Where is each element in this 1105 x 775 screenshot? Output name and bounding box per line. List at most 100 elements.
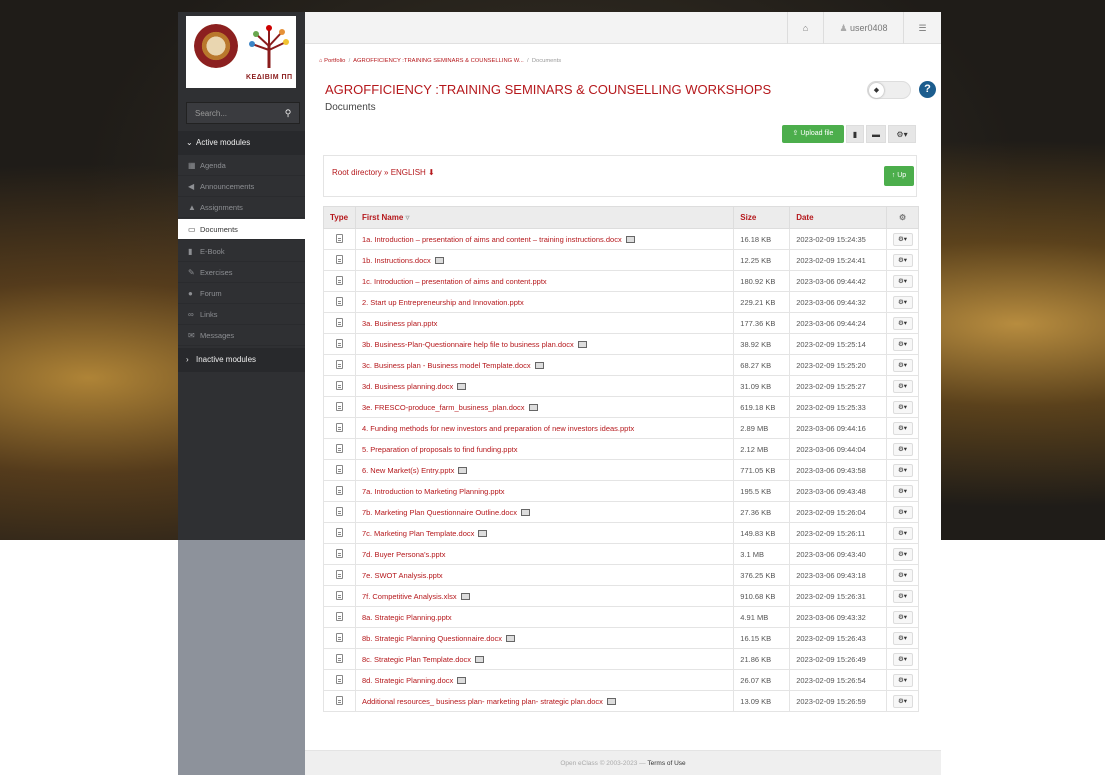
row-options-button[interactable]: ⚙▾ (892, 673, 913, 687)
logo[interactable]: ΚΕΔΙΒΙΜ ΠΠ (186, 16, 296, 88)
file-link[interactable]: 8a. Strategic Planning.pptx (354, 606, 735, 628)
row-options-button[interactable]: ⚙▾ (892, 232, 913, 246)
preview-icon[interactable] (606, 698, 616, 706)
file-size: 68.27 KB (733, 354, 791, 376)
sliders-icon[interactable]: ☰ (903, 12, 941, 44)
sidebar-item-ebook[interactable]: ▮ E-Book (178, 241, 305, 262)
search-icon[interactable]: ⚲ (277, 103, 299, 123)
sidebar-item-exercises[interactable]: ✎ Exercises (178, 262, 305, 283)
row-options-button[interactable]: ⚙▾ (892, 526, 913, 540)
preview-icon[interactable] (460, 593, 470, 601)
file-date: 2023-03-06 09:43:58 (789, 459, 888, 481)
sidebar-item-messages[interactable]: ✉ Messages (178, 325, 305, 346)
row-options-button[interactable]: ⚙▾ (892, 316, 913, 330)
sidebar-item-label: Forum (200, 289, 222, 298)
row-options-button[interactable]: ⚙▾ (892, 568, 913, 582)
row-options-button[interactable]: ⚙▾ (892, 463, 913, 477)
row-options-button[interactable]: ⚙▾ (892, 484, 913, 498)
file-link[interactable]: 7c. Marketing Plan Template.docx (354, 522, 735, 544)
file-size: 26.07 KB (733, 669, 791, 691)
row-options-button[interactable]: ⚙▾ (892, 358, 913, 372)
row-options-button[interactable]: ⚙▾ (892, 274, 913, 288)
file-link[interactable]: 8d. Strategic Planning.docx (354, 669, 735, 691)
breadcrumb-portfolio[interactable]: ⌂ Portfolio (319, 58, 345, 64)
directory-path[interactable]: Root directory » ENGLISH ⬇ (332, 168, 435, 177)
row-options-button[interactable]: ⚙▾ (892, 652, 913, 666)
row-options-button[interactable]: ⚙▾ (892, 589, 913, 603)
row-options-button[interactable]: ⚙▾ (892, 253, 913, 267)
row-options-button[interactable]: ⚙▾ (892, 421, 913, 435)
file-link[interactable]: 7d. Buyer Persona's.pptx (354, 543, 735, 565)
sidebar-item-links[interactable]: ∞ Links (178, 304, 305, 325)
preview-icon[interactable] (457, 383, 467, 391)
row-options-button[interactable]: ⚙▾ (892, 610, 913, 624)
book-icon: ▮ (188, 247, 193, 256)
file-link[interactable]: 8c. Strategic Plan Template.docx (354, 648, 735, 670)
row-options-button[interactable]: ⚙▾ (892, 442, 913, 456)
inactive-modules-toggle[interactable]: › Inactive modules (178, 348, 305, 372)
row-options-button[interactable]: ⚙▾ (892, 631, 913, 645)
file-link[interactable]: 3d. Business planning.docx (354, 375, 735, 397)
preview-icon[interactable] (458, 467, 468, 475)
sidebar-item-assignments[interactable]: ▲ Assignments (178, 197, 305, 218)
preview-icon[interactable] (478, 530, 488, 538)
file-link[interactable]: 3c. Business plan - Business model Templ… (354, 354, 735, 376)
search-input[interactable] (187, 103, 279, 123)
file-link[interactable]: 4. Funding methods for new investors and… (354, 417, 735, 439)
preview-icon[interactable] (534, 362, 544, 370)
up-directory-button[interactable]: ↑ Up (884, 166, 914, 186)
sidebar-item-agenda[interactable]: ▦ Agenda (178, 155, 305, 176)
active-modules-toggle[interactable]: ⌄ Active modules (178, 131, 305, 155)
preview-icon[interactable] (528, 404, 538, 412)
row-options-button[interactable]: ⚙▾ (892, 295, 913, 309)
preview-icon[interactable] (475, 656, 485, 664)
row-options-button[interactable]: ⚙▾ (892, 547, 913, 561)
file-link[interactable]: 1b. Instructions.docx (354, 249, 735, 271)
column-name[interactable]: First Name ▿ (354, 206, 735, 229)
row-options-button[interactable]: ⚙▾ (892, 694, 913, 708)
preview-icon[interactable] (521, 509, 531, 517)
table-row: 3e. FRESCO-produce_farm_business_plan.do… (323, 396, 919, 418)
file-link[interactable]: 5. Preparation of proposals to find fund… (354, 438, 735, 460)
file-link[interactable]: Additional resources_ business plan- mar… (354, 690, 735, 712)
file-date: 2023-02-09 15:26:54 (789, 669, 888, 691)
new-document-button[interactable]: ▮ (846, 125, 864, 143)
view-mode-toggle[interactable]: ◆ (867, 81, 911, 99)
terms-link[interactable]: Terms of Use (647, 760, 685, 767)
row-options-button[interactable]: ⚙▾ (892, 400, 913, 414)
sidebar-item-documents[interactable]: ▭ Documents (178, 219, 305, 240)
file-link[interactable]: 6. New Market(s) Entry.pptx (354, 459, 735, 481)
settings-dropdown-button[interactable]: ⚙▾ (888, 125, 916, 143)
download-icon[interactable]: ⬇ (428, 168, 435, 177)
spreadsheet-file-icon (335, 590, 343, 600)
preview-icon[interactable] (577, 341, 587, 349)
row-options-button[interactable]: ⚙▾ (892, 505, 913, 519)
row-options-button[interactable]: ⚙▾ (892, 337, 913, 351)
row-options-button[interactable]: ⚙▾ (892, 379, 913, 393)
link-icon: ∞ (188, 310, 194, 319)
file-link[interactable]: 3a. Business plan.pptx (354, 312, 735, 334)
home-icon[interactable]: ⌂ (787, 12, 823, 44)
file-link[interactable]: 8b. Strategic Planning Questionnaire.doc… (354, 627, 735, 649)
preview-icon[interactable] (625, 236, 635, 244)
file-link[interactable]: 1c. Introduction – presentation of aims … (354, 270, 735, 292)
file-link[interactable]: 2. Start up Entrepreneurship and Innovat… (354, 291, 735, 313)
file-link[interactable]: 3e. FRESCO-produce_farm_business_plan.do… (354, 396, 735, 418)
file-link[interactable]: 7b. Marketing Plan Questionnaire Outline… (354, 501, 735, 523)
help-icon[interactable]: ? (919, 81, 936, 98)
new-folder-button[interactable]: ▬ (866, 125, 886, 143)
file-link[interactable]: 1a. Introduction – presentation of aims … (354, 228, 735, 250)
preview-icon[interactable] (434, 257, 444, 265)
file-link[interactable]: 3b. Business-Plan-Questionnaire help fil… (354, 333, 735, 355)
preview-icon[interactable] (506, 635, 516, 643)
file-link[interactable]: 7e. SWOT Analysis.pptx (354, 564, 735, 586)
user-menu[interactable]: ♟ user0408 (823, 12, 903, 44)
preview-icon[interactable] (457, 677, 467, 685)
breadcrumb-course[interactable]: AGROFFICIENCY :TRAINING SEMINARS & COUNS… (353, 58, 524, 64)
file-link[interactable]: 7a. Introduction to Marketing Planning.p… (354, 480, 735, 502)
sidebar-item-forum[interactable]: ● Forum (178, 283, 305, 304)
sidebar-item-announcements[interactable]: ◀ Announcements (178, 176, 305, 197)
upload-file-button[interactable]: ⇪ Upload file (782, 125, 844, 143)
file-size: 38.92 KB (733, 333, 791, 355)
file-link[interactable]: 7f. Competitive Analysis.xlsx (354, 585, 735, 607)
